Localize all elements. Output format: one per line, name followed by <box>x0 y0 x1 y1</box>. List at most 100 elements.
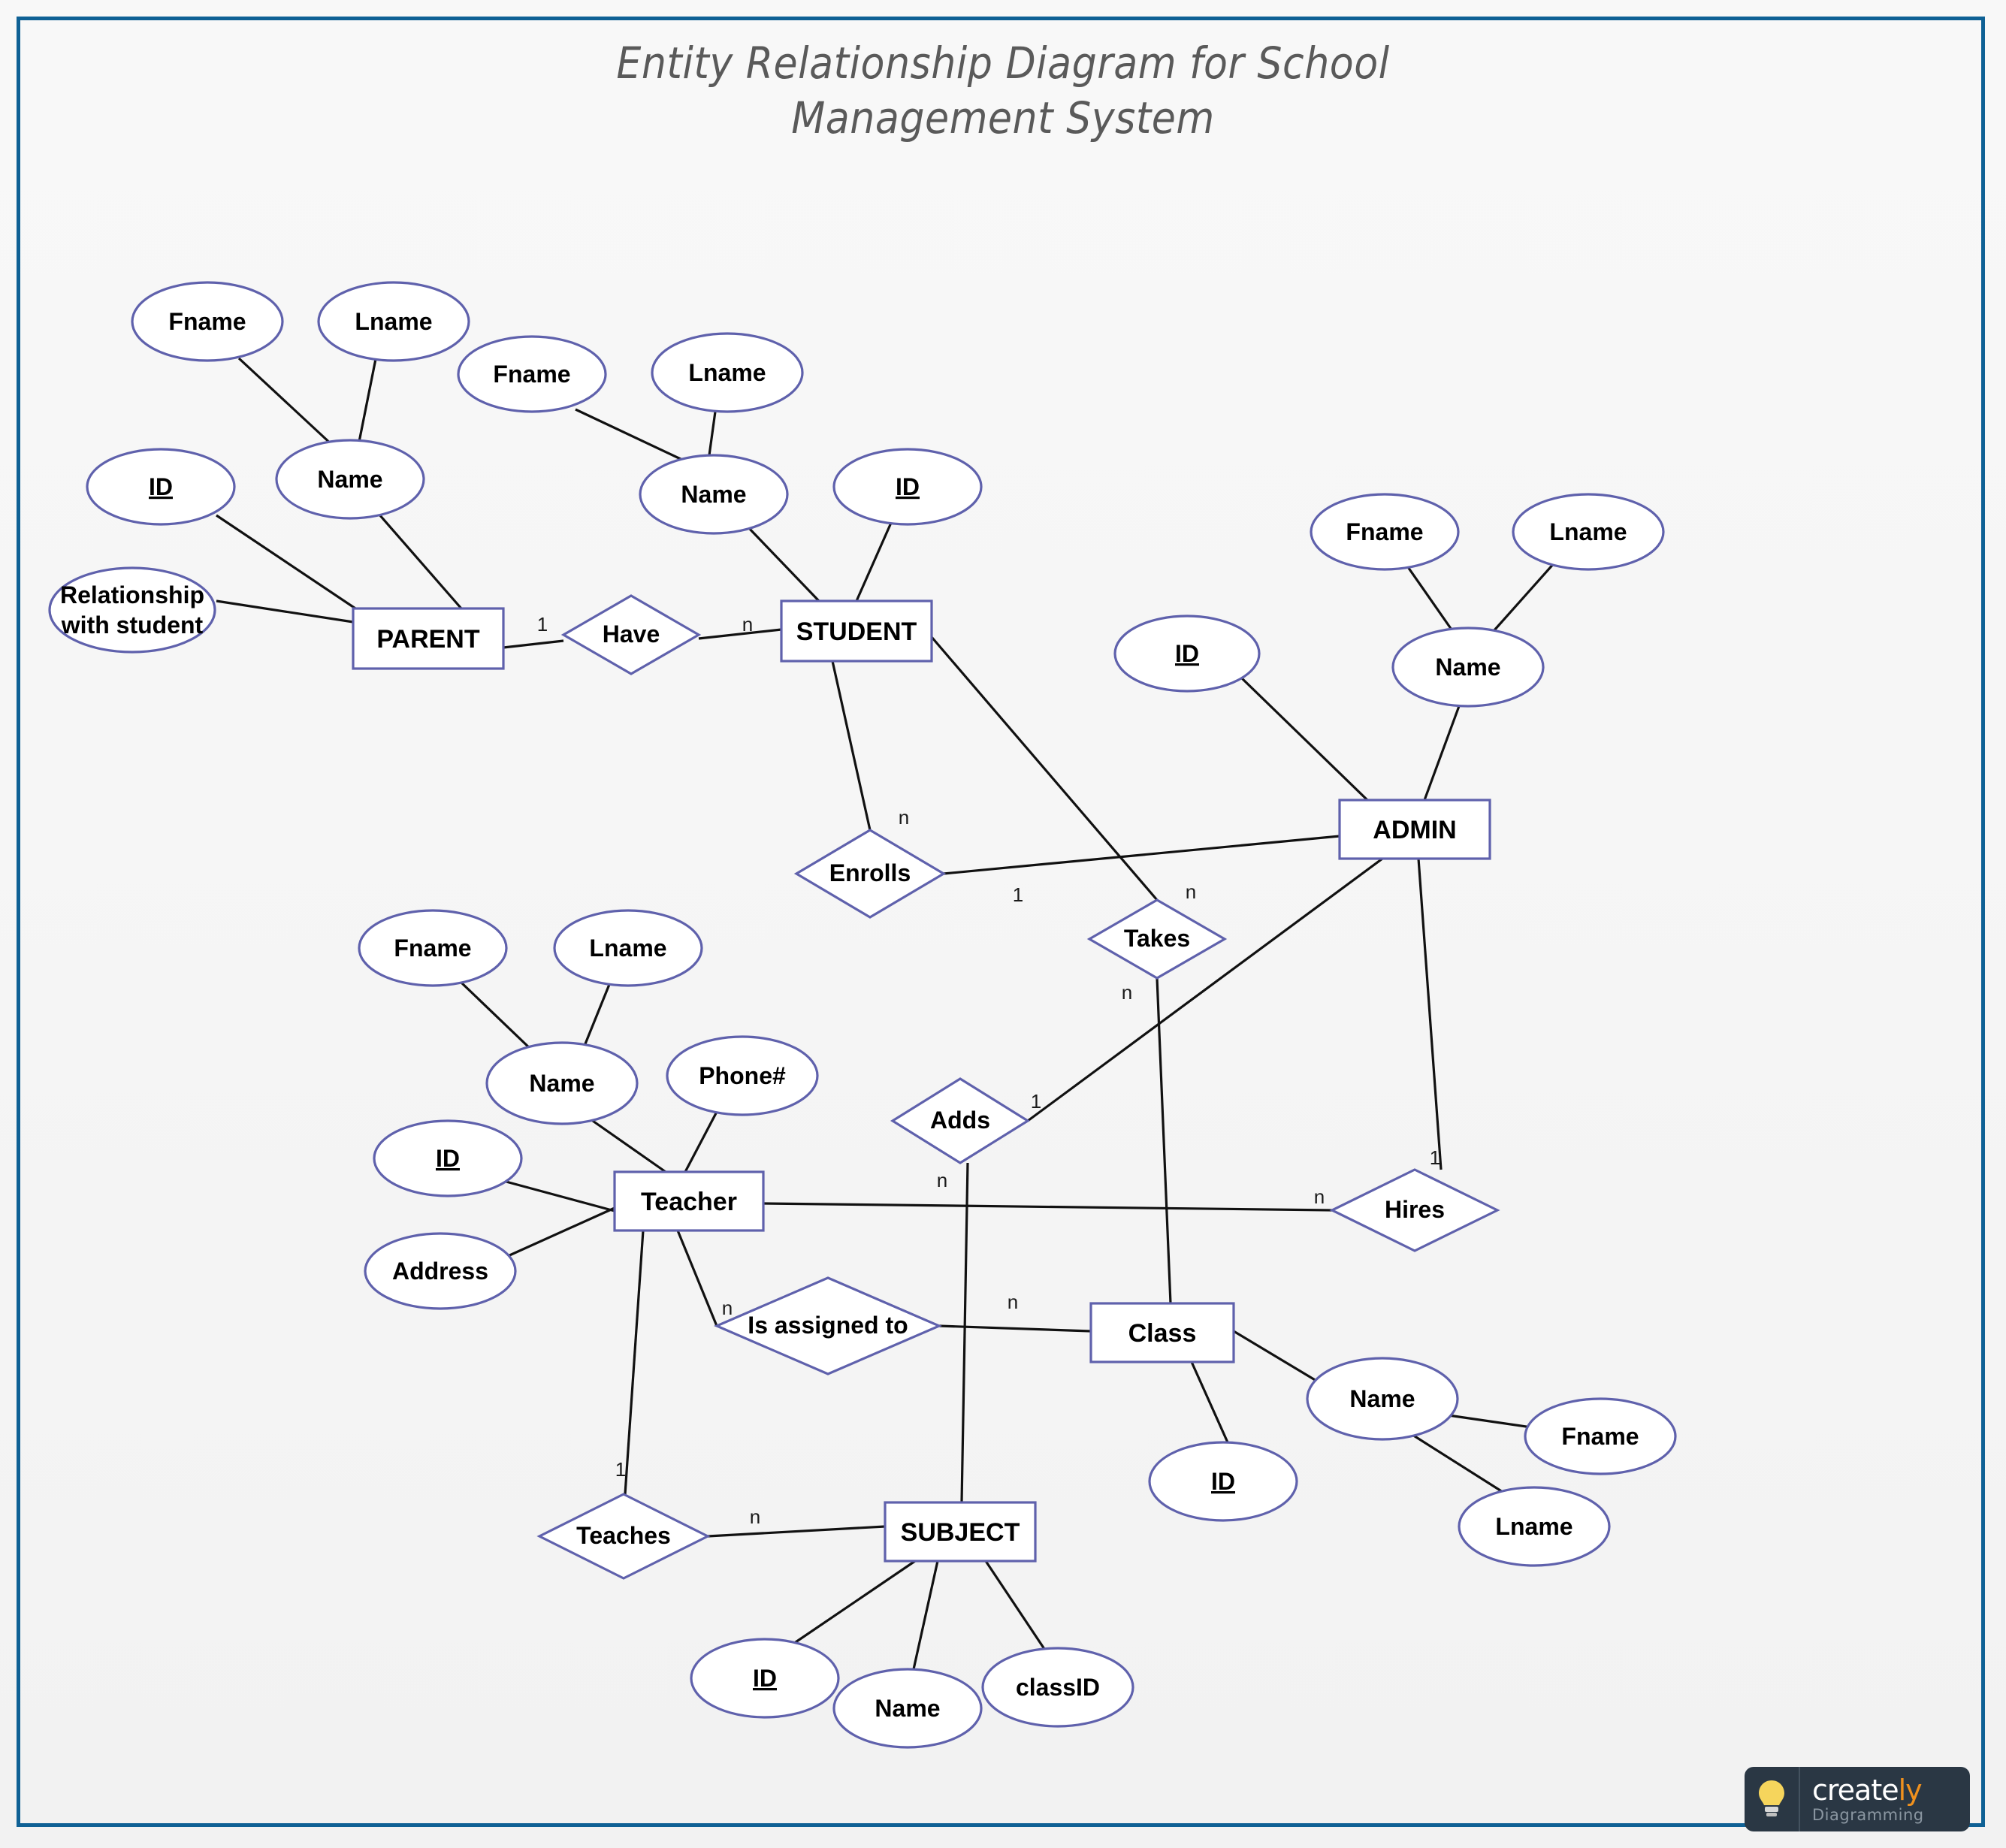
connector-line <box>1405 564 1453 630</box>
connector-line <box>1190 1361 1229 1443</box>
connector-line <box>912 1560 939 1670</box>
attribute-a-fname[interactable]: Fname <box>1310 493 1460 571</box>
attribute-label: Phone# <box>699 1062 786 1089</box>
connector-line <box>930 636 1159 901</box>
relationship-have[interactable]: Have <box>560 594 702 675</box>
relationship-isassigned[interactable]: Is assigned to <box>713 1276 943 1375</box>
attribute-label: Fname <box>1561 1423 1639 1450</box>
entity-label: SUBJECT <box>901 1518 1020 1547</box>
entity-subject[interactable]: SUBJECT <box>884 1501 1037 1563</box>
connector-line <box>763 1202 1333 1212</box>
attribute-sb-id[interactable]: ID <box>690 1638 840 1719</box>
attribute-label: Name <box>681 481 746 508</box>
attribute-a-name[interactable]: Name <box>1391 627 1545 708</box>
attribute-label: Name <box>875 1695 940 1722</box>
cardinality-label: n <box>899 806 909 829</box>
attribute-s-name[interactable]: Name <box>639 454 789 535</box>
lightbulb-icon <box>1745 1767 1800 1831</box>
entity-label: Teacher <box>641 1188 737 1216</box>
attribute-a-id[interactable]: ID <box>1113 614 1261 693</box>
relationship-adds[interactable]: Adds <box>890 1077 1031 1164</box>
relationship-label: Have <box>603 621 660 648</box>
connector-line <box>707 1525 886 1538</box>
relationship-teaches[interactable]: Teaches <box>536 1493 711 1580</box>
attribute-t-id[interactable]: ID <box>373 1119 523 1197</box>
connector-line <box>358 358 377 442</box>
attribute-t-fname[interactable]: Fname <box>358 909 508 987</box>
attribute-s-lname[interactable]: Lname <box>651 332 804 413</box>
connector-line <box>793 1560 916 1645</box>
attribute-s-id[interactable]: ID <box>832 448 983 526</box>
attribute-p-name[interactable]: Name <box>275 439 425 520</box>
cardinality-label: 1 <box>1031 1090 1041 1113</box>
connector-line <box>1233 1330 1317 1382</box>
connector-line <box>590 1118 666 1173</box>
connector-line <box>1156 977 1172 1304</box>
attribute-c-id[interactable]: ID <box>1148 1441 1298 1522</box>
creately-word-accent: ly <box>1898 1773 1923 1807</box>
attribute-label: ID <box>149 473 173 500</box>
attribute-label: Name <box>1349 1385 1415 1412</box>
attribute-label: Name <box>1435 654 1500 681</box>
attribute-p-id[interactable]: ID <box>86 448 236 526</box>
attribute-ellipse <box>48 566 216 654</box>
connector-line <box>460 981 533 1052</box>
connector-line <box>1027 857 1383 1122</box>
attribute-label: ID <box>1175 640 1199 667</box>
attribute-label: Address <box>392 1258 488 1285</box>
entity-admin[interactable]: ADMIN <box>1338 799 1491 860</box>
relationship-label: Is assigned to <box>748 1312 908 1339</box>
attribute-t-phone[interactable]: Phone# <box>666 1035 819 1116</box>
attribute-label: ID <box>896 473 920 500</box>
entity-teacher[interactable]: Teacher <box>613 1170 765 1232</box>
attribute-p-fname[interactable]: Fname <box>131 281 284 362</box>
attribute-label: Lname <box>1549 518 1627 545</box>
attribute-label: with student <box>61 611 204 639</box>
attribute-c-fname[interactable]: Fname <box>1524 1397 1677 1475</box>
connector-line <box>684 1111 718 1173</box>
connector-line <box>676 1230 718 1327</box>
attribute-p-rel[interactable]: Relationship with student <box>48 566 216 654</box>
attribute-t-name[interactable]: Name <box>485 1041 639 1125</box>
connector-line <box>507 1206 615 1258</box>
cardinality-label: n <box>742 613 753 636</box>
entity-student[interactable]: STUDENT <box>780 599 933 663</box>
relationship-takes[interactable]: Takes <box>1086 898 1228 980</box>
entity-parent[interactable]: PARENT <box>352 607 505 670</box>
cardinality-label: n <box>1122 981 1132 1004</box>
relationship-hires[interactable]: Hires <box>1329 1168 1500 1252</box>
attribute-t-addr[interactable]: Address <box>364 1232 517 1310</box>
connector-line <box>624 1230 645 1495</box>
connector-line <box>984 1560 1047 1652</box>
attribute-t-lname[interactable]: Lname <box>553 909 703 987</box>
relationship-label: Teaches <box>576 1522 671 1549</box>
attribute-c-lname[interactable]: Lname <box>1458 1486 1611 1567</box>
connector-line <box>698 628 782 640</box>
relationship-enrolls[interactable]: Enrolls <box>793 829 947 919</box>
attribute-s-fname[interactable]: Fname <box>457 335 607 413</box>
attribute-label: Fname <box>394 935 471 962</box>
entity-label: Class <box>1128 1319 1197 1348</box>
cardinality-label: n <box>722 1297 733 1319</box>
attribute-sb-cid[interactable]: classID <box>981 1647 1134 1728</box>
creately-word-main: create <box>1812 1773 1899 1807</box>
entity-label: PARENT <box>376 625 479 654</box>
diagram-canvas: Entity Relationship Diagram for School M… <box>0 0 2006 1848</box>
connector-line <box>216 599 354 624</box>
attribute-label: ID <box>436 1145 460 1172</box>
attribute-c-name[interactable]: Name <box>1306 1357 1459 1441</box>
connector-line <box>377 512 463 610</box>
cardinality-label: n <box>937 1169 947 1191</box>
connector-line <box>960 1162 969 1503</box>
cardinality-label: 1 <box>1430 1146 1440 1169</box>
connector-line <box>745 524 820 602</box>
creately-subtitle: Diagramming <box>1812 1805 1924 1824</box>
connector-line <box>237 357 335 448</box>
attribute-a-lname[interactable]: Lname <box>1512 493 1665 571</box>
connector-line <box>943 835 1340 875</box>
attribute-sb-name[interactable]: Name <box>832 1668 983 1749</box>
attribute-p-lname[interactable]: Lname <box>317 281 470 362</box>
attribute-label: Lname <box>1495 1513 1572 1540</box>
entity-class[interactable]: Class <box>1089 1302 1235 1363</box>
attribute-label: Lname <box>688 359 766 386</box>
